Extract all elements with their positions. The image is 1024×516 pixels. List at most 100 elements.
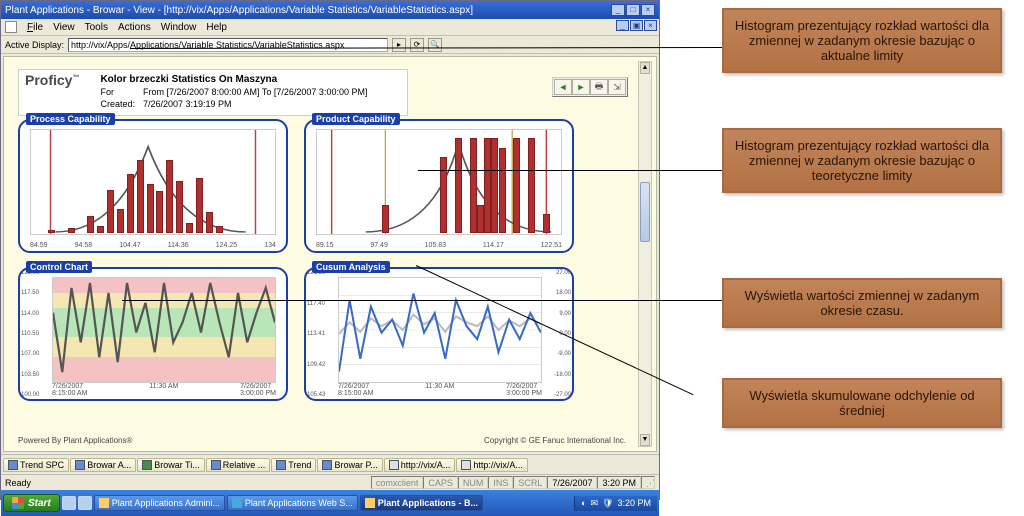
globe-icon [142, 460, 152, 470]
tab-url-1[interactable]: http://vix/A... [384, 458, 456, 472]
copyright: Copyright © GE Fanuc International Inc. [484, 436, 626, 445]
tray-icon[interactable]: ◐ [581, 498, 586, 508]
chart-frame: 121.00117.50114.00110.50107.00103.50100.… [18, 267, 288, 401]
tray-time: 3:20 PM [617, 498, 651, 508]
tab-relative[interactable]: Relative ... [206, 458, 271, 472]
nav-prev-button[interactable]: ◄ [554, 79, 572, 95]
chart-title: Product Capability [312, 113, 400, 125]
vertical-scrollbar[interactable]: ▲ ▼ [638, 61, 652, 447]
tray-icon[interactable]: 🛡 [602, 498, 613, 509]
for-value: From [7/26/2007 8:00:00 AM] To [7/26/200… [140, 87, 370, 97]
windows-taskbar: Start Plant Applications Admini... Plant… [1, 490, 659, 516]
chart-icon [8, 460, 18, 470]
cusum-analysis-panel[interactable]: Cusum Analysis 121.39117.40113.41109.421… [304, 261, 574, 401]
page-icon [389, 460, 399, 470]
scroll-down-button[interactable]: ▼ [640, 434, 650, 446]
nav-print-button[interactable]: 🖶 [590, 79, 608, 95]
x-axis-ticks: 84.5994.58 104.47114.36 124.25134 [30, 242, 276, 249]
mdi-close-button[interactable]: × [644, 20, 657, 31]
report-meta: Kolor brzeczki Statistics On Maszyna For… [95, 72, 372, 111]
taskbar-item[interactable]: Plant Applications Web S... [227, 495, 358, 511]
for-label: For [97, 87, 138, 97]
active-display-url[interactable]: http://vix/Apps/Applications/Variable St… [68, 38, 388, 52]
control-chart-panel[interactable]: Control Chart 121.00117.50114.00110.5010… [18, 261, 288, 401]
status-ready: Ready [5, 478, 31, 488]
report-header: Proficy™ Kolor brzeczki Statistics On Ma… [18, 69, 408, 116]
product-capability-panel[interactable]: Product Capability 89.1597.49 105.83114.… [304, 113, 574, 253]
tab-browar-a[interactable]: Browar A... [70, 458, 136, 472]
quicklaunch-icon[interactable] [78, 496, 92, 510]
title-bar: Plant Applications - Browar - View - [ht… [1, 1, 659, 19]
chart-icon [276, 460, 286, 470]
scroll-thumb[interactable] [640, 182, 650, 242]
leader-line [122, 300, 722, 301]
annotation-4: Wyświetla skumulowane odchylenie od śred… [722, 378, 1002, 428]
start-button[interactable]: Start [3, 494, 60, 512]
chart-icon [211, 460, 221, 470]
chart-icon [322, 460, 332, 470]
report-content: Proficy™ Kolor brzeczki Statistics On Ma… [3, 56, 657, 452]
menu-tools[interactable]: Tools [85, 22, 108, 33]
y-axis-ticks-right: 27.0018.009.000.00-9.00-18.00-27.00 [543, 269, 571, 399]
chart-frame: 89.1597.49 105.83114.17 122.51 [304, 119, 574, 253]
tab-trend[interactable]: Trend [271, 458, 316, 472]
status-bar: Ready comxclient CAPS NUM INS SCRL 7/26/… [1, 474, 659, 490]
annotation-2: Histogram prezentujący rozkład wartości … [722, 128, 1002, 193]
leader-line [418, 170, 722, 171]
status-num: NUM [458, 476, 489, 489]
x-axis-ticks: 7/26/2007 8:15:00 AM 11:30 AM 7/26/2007 … [52, 383, 276, 397]
product-capability-chart [316, 129, 562, 235]
annotation-3: Wyświetla wartości zmiennej w zadanym ok… [722, 278, 1002, 328]
go-button[interactable]: ▸ [392, 38, 406, 52]
maximize-button[interactable]: □ [626, 4, 640, 16]
taskbar-item[interactable]: Plant Applications Admini... [94, 495, 225, 511]
status-time: 3:20 PM [597, 476, 641, 489]
menu-help[interactable]: Help [206, 22, 227, 33]
refresh-button[interactable]: ⟳ [410, 38, 424, 52]
chart-frame: 84.5994.58 104.47114.36 124.25134 [18, 119, 288, 253]
x-axis-ticks: 7/26/2007 8:15:00 AM 11:30 AM 7/26/2007 … [338, 383, 542, 397]
chart-frame: 121.39117.40113.41109.42105.43 27.0018.0… [304, 267, 574, 401]
created-value: 7/26/2007 3:19:19 PM [140, 99, 370, 109]
tray-icon[interactable]: ✉ [590, 498, 598, 509]
quicklaunch-icon[interactable] [62, 496, 76, 510]
tab-url-2[interactable]: http://vix/A... [456, 458, 528, 472]
tab-trend-spc[interactable]: Trend SPC [3, 458, 69, 472]
page-icon [461, 460, 471, 470]
address-bar: Active Display: http://vix/Apps/Applicat… [1, 36, 659, 54]
tab-browar-ti[interactable]: Browar Ti... [137, 458, 205, 472]
minimize-button[interactable]: _ [611, 4, 625, 16]
app-icon [365, 498, 375, 508]
menu-bar: FFileile View Tools Actions Window Help … [1, 19, 659, 36]
taskbar-item-active[interactable]: Plant Applications - B... [360, 495, 483, 511]
menu-actions[interactable]: Actions [118, 22, 151, 33]
window-title: Plant Applications - Browar - View - [ht… [5, 5, 473, 16]
nav-export-button[interactable]: ⇲ [608, 79, 626, 95]
report-nav: ◄ ► 🖶 ⇲ [552, 77, 628, 97]
scroll-up-button[interactable]: ▲ [640, 62, 650, 74]
mdi-restore-button[interactable]: ▣ [630, 20, 643, 31]
find-button[interactable]: 🔍 [428, 38, 442, 52]
y-axis-ticks-left: 121.39117.40113.41109.42105.43 [307, 269, 335, 399]
window-controls: _ □ × [611, 4, 655, 16]
chart-title: Control Chart [26, 261, 92, 273]
menu-window[interactable]: Window [161, 22, 197, 33]
process-capability-chart [30, 129, 276, 235]
menu-view[interactable]: View [53, 22, 75, 33]
status-grip: ⋰ [641, 476, 655, 489]
menu-file[interactable]: FFileile [27, 22, 43, 33]
mdi-minimize-button[interactable]: _ [616, 20, 629, 31]
status-scrl: SCRL [513, 476, 547, 489]
chart-title: Cusum Analysis [312, 261, 390, 273]
page-icon [5, 21, 17, 33]
tab-browar-p[interactable]: Browar P... [317, 458, 382, 472]
status-caps: CAPS [423, 476, 458, 489]
proficy-logo: Proficy™ [25, 72, 91, 88]
close-button[interactable]: × [641, 4, 655, 16]
chart-icon [75, 460, 85, 470]
system-tray[interactable]: ◐ ✉ 🛡 3:20 PM [574, 496, 657, 511]
process-capability-panel[interactable]: Process Capability 84.5994.58 104.47114.… [18, 113, 288, 253]
app-icon [99, 498, 109, 508]
nav-next-button[interactable]: ► [572, 79, 590, 95]
app-window: Plant Applications - Browar - View - [ht… [0, 0, 660, 500]
